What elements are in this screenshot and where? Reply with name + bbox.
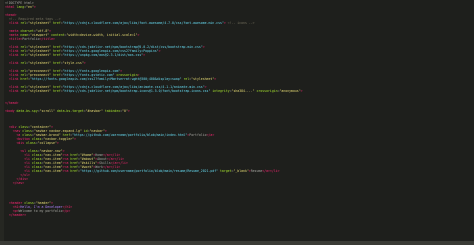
code-token: > <box>158 49 161 53</box>
code-token: href <box>68 169 78 173</box>
code-token: <title> <box>8 37 23 41</box>
code-token: crossorigin <box>254 89 278 93</box>
code-token: > <box>83 61 86 65</box>
code-token: > <box>74 137 77 141</box>
code-token: > <box>33 5 36 9</box>
code-token: "https://fonts.googleapis.com/css2?famil… <box>29 77 182 81</box>
editor-gutter <box>0 0 4 245</box>
code-token: "nav-item" <box>43 169 63 173</box>
code-token: href <box>18 77 29 81</box>
code-token: "_blank" <box>233 169 249 173</box>
code-token: "stylesheet" <box>28 89 52 93</box>
code-token: <link <box>8 77 19 81</box>
code-line: </header> <box>5 213 474 217</box>
code-token: "https://github.com/username/portfolio/b… <box>79 169 219 173</box>
code-token: </a> <box>206 133 215 137</box>
code-token: href <box>51 89 61 93</box>
code-token: <link <box>8 61 19 65</box>
code-token: "style.css" <box>62 61 84 65</box>
code-token: "stylesheet" <box>28 53 52 57</box>
code-token: href <box>51 53 61 57</box>
code-token: data-bs-target <box>54 109 84 113</box>
code-token: > <box>214 77 217 81</box>
code-token: class <box>24 141 36 145</box>
code-token: "en" <box>26 5 34 9</box>
code-token: "collapse" <box>37 141 57 145</box>
code-token: Resume <box>250 169 263 173</box>
code-token: </header> <box>8 213 27 217</box>
code-token: "#navbar" <box>85 109 103 113</box>
code-token: "width=device-width, initial-scale=1" <box>66 33 138 37</box>
code-token: integrity <box>210 89 230 93</box>
code-token: <link <box>8 89 19 93</box>
code-token: <!-- icons --> <box>225 21 255 25</box>
code-token: <body <box>5 109 15 113</box>
code-token: "sha384-..." <box>231 89 255 93</box>
code-token: </p> <box>62 209 71 213</box>
code-token: "stylesheet" <box>28 21 52 25</box>
code-token: > <box>137 33 140 37</box>
code-token: Portfolio <box>189 133 207 137</box>
code-token: "scroll" <box>39 109 55 113</box>
code-token: <link <box>8 53 19 57</box>
code-token: "https://github.com/username/portfolio/b… <box>72 133 188 137</box>
code-token: > <box>127 109 130 113</box>
code-token: href <box>51 21 61 25</box>
code-token: Portfolio <box>22 37 40 41</box>
code-token: rel <box>18 89 27 93</box>
code-token: lang <box>14 5 25 9</box>
code-token: rel <box>18 53 27 57</box>
code-token: rel <box>18 21 27 25</box>
code-token: rel <box>18 61 27 65</box>
code-token: <link <box>8 21 19 25</box>
code-token: </head> <box>5 101 19 105</box>
code-token: href <box>51 61 61 65</box>
code-token: </title> <box>39 37 55 41</box>
code-token: "stylesheet" <box>191 77 215 81</box>
code-token: data-bs-spy <box>14 109 38 113</box>
code-token: > <box>300 89 303 93</box>
code-token: <html <box>5 5 15 9</box>
code-token: class <box>29 169 42 173</box>
code-token: "https://cdnjs.cloudflare.com/ajax/libs/… <box>62 21 224 25</box>
code-token: tabindex <box>102 109 121 113</box>
status-bar <box>0 241 474 245</box>
code-token: "anonymous" <box>279 89 301 93</box>
code-token: "stylesheet" <box>28 61 52 65</box>
code-token: </nav> <box>12 181 25 185</box>
code-token: target <box>218 169 232 173</box>
code-token: > <box>56 141 59 145</box>
code-token: "https://unpkg.com/aos@2.3.1/dist/aos.cs… <box>62 53 144 57</box>
code-token: </a></li> <box>262 169 280 173</box>
code-editor[interactable]: <!DOCTYPE html> <html lang="en"> <head> <!… <box>0 0 474 245</box>
code-token: > <box>202 45 205 49</box>
code-token: > <box>143 53 146 57</box>
code-area[interactable]: <!DOCTYPE html> <html lang="en"> <head> <!… <box>5 1 474 217</box>
code-token: "https://cdn.jsdelivr.net/npm/bootstrap-… <box>62 89 211 93</box>
